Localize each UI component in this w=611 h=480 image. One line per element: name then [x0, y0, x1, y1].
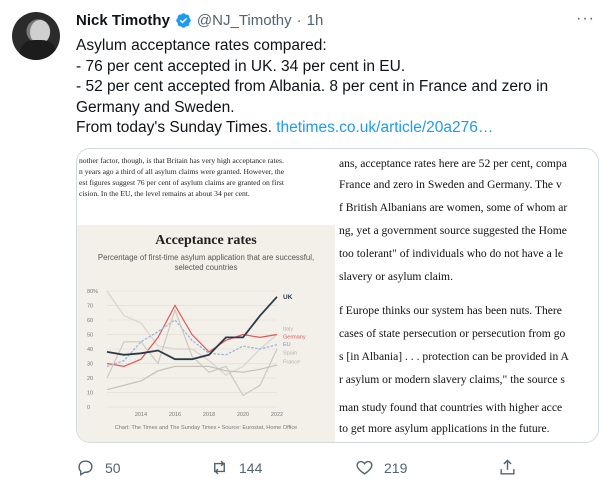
share-icon	[500, 459, 515, 475]
retweet-icon	[214, 460, 225, 475]
y-tick-label: 30	[87, 362, 93, 368]
y-tick-label: 70	[87, 304, 93, 310]
like-count: 219	[384, 459, 408, 476]
tweet-header: Nick Timothy @NJ_Timothy · 1h	[76, 10, 323, 30]
chart-title: Acceptance rates	[155, 233, 257, 248]
legend-label-germany: Germany	[283, 335, 306, 341]
tweet-line: - 52 per cent accepted from Albania. 8 p…	[76, 78, 549, 95]
article-line: s [in Albania] . . . protection can be p…	[339, 350, 569, 363]
author-name[interactable]: Nick Timothy	[76, 12, 170, 29]
reply-count: 50	[105, 459, 121, 476]
verified-badge-icon	[176, 12, 191, 28]
article-line: est figures suggest 76 per cent of asylu…	[79, 178, 284, 187]
article-line: man study found that countries with high…	[339, 401, 563, 414]
x-tick-label: 2016	[169, 412, 181, 418]
article-left-column: nother factor, though, is that Britain h…	[77, 149, 335, 442]
author-handle[interactable]: @NJ_Timothy	[197, 12, 292, 29]
article-line: to get more asylum applications in the f…	[339, 422, 550, 435]
article-line: f British Albanians are women, some of w…	[339, 201, 568, 214]
article-line: ans, acceptance rates here are 52 per ce…	[339, 157, 567, 170]
chart-source: Chart: The Times and The Sunday Times • …	[114, 425, 298, 431]
article-snippet: nother factor, though, is that Britain h…	[77, 155, 335, 199]
avatar[interactable]	[12, 12, 60, 60]
x-tick-label: 2020	[237, 412, 249, 418]
tweet-time[interactable]: 1h	[307, 12, 324, 29]
series-line-uk	[106, 296, 278, 361]
y-tick-label: 40	[87, 347, 93, 353]
tweet: Nick Timothy @NJ_Timothy · 1h ··· Asylum…	[0, 0, 611, 480]
more-options-icon[interactable]: ···	[576, 10, 595, 28]
line-chart: 80% 70 60 50 40 30 20 10 0 2014 2016 2018 2020 2022 UK…	[87, 289, 306, 418]
attached-image[interactable]: nother factor, though, is that Britain h…	[76, 148, 599, 443]
article-line: f Europe thinks our system has been nuts…	[339, 304, 562, 317]
like-button[interactable]: 219	[355, 458, 407, 477]
tweet-actions: 50 144 219	[76, 458, 596, 478]
y-tick-label: 20	[87, 376, 93, 382]
article-line: too tolerant" of individuals who do not …	[339, 247, 564, 260]
tweet-line-prefix: From today's Sunday Times.	[76, 119, 277, 136]
retweet-button[interactable]: 144	[210, 458, 262, 477]
article-line: cision. In the EU, the level remains at …	[79, 189, 250, 198]
retweet-count: 144	[239, 459, 263, 476]
y-tick-label: 0	[87, 405, 90, 411]
tweet-line: Asylum acceptance rates compared:	[76, 37, 327, 54]
series-line-france	[106, 364, 278, 391]
x-tick-label: 2022	[271, 412, 283, 418]
article-line: n years ago a third of all asylum claims…	[79, 167, 285, 176]
share-button[interactable]	[498, 458, 517, 477]
article-line: nother factor, though, is that Britain h…	[79, 156, 284, 165]
separator-dot: ·	[296, 11, 302, 29]
legend-label-france: France	[283, 359, 300, 365]
article-line: r asylum or modern slavery claims," the …	[339, 373, 565, 386]
reply-button[interactable]: 50	[76, 458, 121, 477]
chart-subtitle: Percentage of first-time asylum applicat…	[97, 253, 315, 272]
article-line: slavery or asylum claim.	[339, 270, 453, 283]
article-line: ng, yet a government source suggested th…	[339, 224, 567, 237]
tweet-line: Germany and Sweden.	[76, 98, 235, 116]
y-tick-label: 50	[87, 333, 93, 339]
legend-label-spain: Spain	[283, 351, 297, 357]
x-tick-label: 2018	[203, 412, 215, 418]
x-tick-label: 2014	[135, 412, 147, 418]
legend-label-italy: Italy	[283, 327, 293, 333]
article-line: France and zero in Sweden and Germany. T…	[339, 178, 562, 191]
heart-icon	[356, 460, 373, 475]
reply-icon	[78, 460, 93, 476]
article-right-column: ans, acceptance rates here are 52 per ce…	[335, 149, 598, 442]
y-tick-label: 60	[87, 318, 93, 324]
tweet-line: From today's Sunday Times. thetimes.co.u…	[76, 118, 596, 139]
article-line: cases of state persecution or persecutio…	[339, 327, 566, 340]
tweet-text: Asylum acceptance rates compared: - 76 p…	[76, 36, 596, 139]
legend-label-eu: EU	[283, 342, 291, 348]
legend-label-uk: UK	[283, 294, 293, 301]
y-tick-label: 80%	[87, 289, 98, 295]
chart-panel: Acceptance rates Percentage of first-tim…	[77, 225, 335, 442]
tweet-line: - 76 per cent accepted in UK. 34 per cen…	[76, 57, 406, 75]
article-link[interactable]: thetimes.co.uk/article/20a276…	[276, 119, 493, 136]
y-tick-label: 10	[87, 391, 93, 397]
